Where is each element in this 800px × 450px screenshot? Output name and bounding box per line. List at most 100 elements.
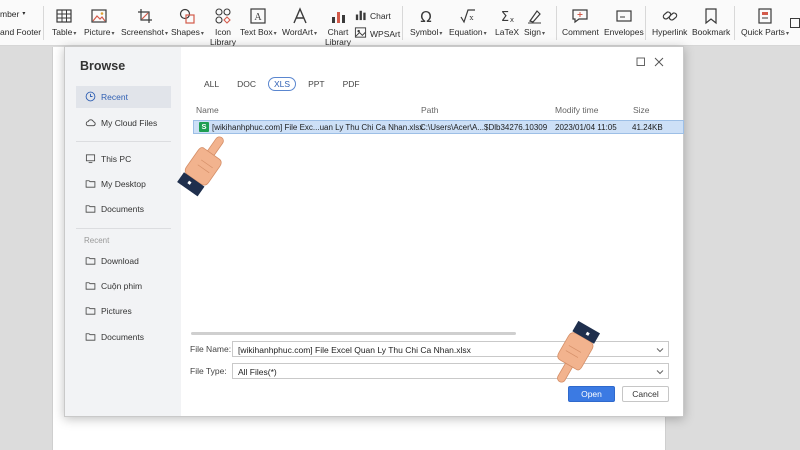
shapes-button[interactable]: Shapes▾: [171, 5, 204, 39]
comment-icon: [571, 7, 589, 25]
tab-ppt[interactable]: PPT: [302, 77, 331, 91]
folder-icon: [85, 305, 96, 318]
sidebar-item-my-cloud-files[interactable]: My Cloud Files: [76, 112, 171, 134]
svg-text:Σ: Σ: [501, 10, 509, 25]
chart-library-button[interactable]: Chart Library: [325, 5, 351, 47]
maximize-icon: [636, 57, 646, 69]
comment-button[interactable]: Comment: [562, 5, 599, 37]
cancel-button[interactable]: Cancel: [622, 386, 669, 402]
sidebar-item-label: Documents: [101, 332, 144, 342]
chart-button[interactable]: Chart: [354, 8, 391, 23]
latex-label: LaTeX: [495, 27, 520, 37]
text-box-button[interactable]: A Text Box▾: [240, 5, 277, 39]
equation-icon: x: [459, 7, 477, 25]
sidebar-item-documents-recent[interactable]: Documents: [76, 326, 171, 348]
chart-library-label: Chart: [327, 27, 349, 37]
envelopes-icon: [615, 7, 633, 25]
hyperlink-button[interactable]: Hyperlink: [652, 5, 687, 37]
column-header-name[interactable]: Name: [196, 105, 219, 115]
chart-label: Chart: [370, 10, 391, 21]
sidebar-item-this-pc[interactable]: This PC: [76, 148, 171, 170]
sidebar-item-label: Recent: [101, 92, 128, 102]
symbol-label: Symbol: [410, 27, 439, 37]
chart-icon: [354, 8, 367, 23]
picture-label: Picture: [84, 27, 111, 37]
text-box-icon: A: [249, 7, 267, 25]
sign-icon: [526, 7, 544, 25]
table-icon: [55, 7, 73, 25]
close-button[interactable]: [654, 57, 666, 69]
file-path-cell: C:\Users\Acer\A...$Dlb34276.10309: [420, 123, 548, 132]
svg-text:x: x: [469, 14, 473, 22]
folder-icon: [85, 331, 96, 344]
screenshot-button[interactable]: Screenshot▾: [121, 5, 168, 39]
picture-icon: [90, 7, 108, 25]
column-header-path[interactable]: Path: [421, 105, 439, 115]
tab-doc[interactable]: DOC: [231, 77, 262, 91]
ribbon-separator: [734, 6, 735, 40]
pointing-hand-icon: [177, 136, 224, 197]
latex-button[interactable]: Σx LaTeX: [495, 5, 519, 37]
sidebar-item-cuon-phim[interactable]: Cuộn phim: [76, 275, 171, 297]
symbol-button[interactable]: Ω Symbol▾: [410, 5, 442, 39]
icon-library-button[interactable]: Icon Library: [210, 5, 236, 47]
folder-icon: [85, 255, 96, 268]
table-label: Table: [52, 27, 73, 37]
sidebar-item-pictures[interactable]: Pictures: [76, 300, 171, 322]
quick-parts-button[interactable]: Quick Parts▾: [741, 5, 789, 39]
file-name-value: [wikihanhphuc.com] File Excel Quan Ly Th…: [238, 345, 471, 355]
cloud-icon: [85, 117, 96, 130]
tab-xls[interactable]: XLS: [268, 77, 297, 91]
ribbon-separator: [645, 6, 646, 40]
comment-label: Comment: [562, 27, 599, 37]
equation-button[interactable]: x Equation▾: [449, 5, 487, 39]
envelopes-button[interactable]: Envelopes: [604, 5, 644, 37]
chevron-down-icon[interactable]: [656, 368, 664, 376]
column-header-size[interactable]: Size: [633, 105, 650, 115]
bookmark-button[interactable]: Bookmark: [692, 5, 730, 37]
sidebar-item-label: My Cloud Files: [101, 118, 158, 128]
sidebar-item-documents[interactable]: Documents: [76, 198, 171, 220]
sidebar-item-recent[interactable]: Recent: [76, 86, 171, 108]
file-name-cell: [wikihanhphuc.com] File Exc...uan Ly Thu…: [212, 123, 424, 132]
header-footer-label: and Footer: [0, 27, 42, 37]
wordart-button[interactable]: WordArt▾: [282, 5, 317, 39]
open-button[interactable]: Open: [568, 386, 615, 402]
dialog-title: Browse: [80, 59, 126, 73]
file-row[interactable]: S [wikihanhphuc.com] File Exc...uan Ly T…: [193, 120, 684, 134]
wpsart-button[interactable]: WPSArt: [354, 26, 400, 41]
table-button[interactable]: Table▾: [52, 5, 76, 39]
dialog-sidebar: Browse Recent My Cloud Files This PC My …: [65, 47, 181, 416]
ribbon-partial-top[interactable]: mber ▾: [0, 9, 25, 19]
ribbon-toolbar: mber ▾ and Footer Table▾ Picture▾ Screens…: [0, 0, 800, 47]
envelopes-label: Envelopes: [604, 27, 644, 37]
sidebar-item-my-desktop[interactable]: My Desktop: [76, 173, 171, 195]
maximize-button[interactable]: [636, 57, 648, 69]
quick-parts-icon: [756, 7, 774, 25]
icon-library-label: Icon: [214, 27, 232, 37]
tab-pdf[interactable]: PDF: [337, 77, 366, 91]
sign-button[interactable]: Sign▾: [524, 5, 545, 39]
sidebar-item-label: Download: [101, 256, 139, 266]
ribbon-partial-icon[interactable]: [790, 18, 800, 28]
equation-label: Equation: [449, 27, 483, 37]
sidebar-divider: [76, 141, 171, 142]
close-icon: [654, 57, 664, 69]
svg-text:A: A: [255, 12, 263, 23]
folder-icon: [85, 178, 96, 191]
svg-text:Ω: Ω: [420, 8, 431, 25]
horizontal-scrollbar[interactable]: [191, 332, 516, 335]
column-header-modify-time[interactable]: Modify time: [555, 105, 598, 115]
chevron-down-icon[interactable]: [656, 346, 664, 354]
header-footer-button[interactable]: and Footer: [0, 27, 41, 37]
picture-button[interactable]: Picture▾: [84, 5, 114, 39]
bookmark-icon: [702, 7, 720, 25]
sidebar-item-download[interactable]: Download: [76, 250, 171, 272]
hyperlink-label: Hyperlink: [652, 27, 688, 37]
icon-library-icon: [214, 7, 232, 25]
file-size-cell: 41.24KB: [632, 123, 663, 132]
file-type-value: All Files(*): [238, 367, 277, 377]
screenshot-label: Screenshot: [121, 27, 164, 37]
tab-all[interactable]: ALL: [198, 77, 225, 91]
wpsart-icon: [354, 26, 367, 41]
